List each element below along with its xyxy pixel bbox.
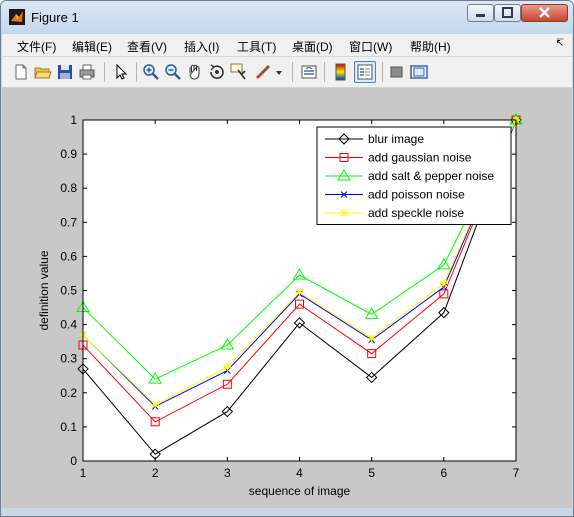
brush-icon[interactable] (254, 63, 272, 81)
minimize-icon (476, 14, 485, 17)
toolbar-separator (382, 62, 383, 82)
y-axis-label: definition value (37, 250, 51, 330)
legend: blur image add gaussian noise add salt & p… (316, 126, 512, 225)
menu-edit[interactable]: 编辑(E) (72, 38, 112, 55)
legend-label: blur image (368, 132, 424, 146)
figure-toolbar (2, 57, 572, 88)
x-tick-label: 7 (513, 466, 520, 480)
y-tick-label: 0.7 (60, 215, 77, 229)
legend-label: add speckle noise (368, 206, 464, 220)
window-title: Figure 1 (31, 10, 79, 25)
figure-canvas: 1 2 3 4 5 6 7 0 0.1 0.2 0.3 0.4 0.5 0.6 0.7 0.8 0.9 1 sequ… (2, 88, 572, 508)
toolbar-separator (324, 62, 325, 82)
data-point (223, 363, 232, 372)
maximize-button[interactable] (494, 4, 521, 22)
legend-label: add salt & pepper noise (368, 169, 494, 183)
legend-label: add gaussian noise (368, 151, 472, 165)
brush-dropdown-icon[interactable] (274, 63, 284, 81)
x-tick-label: 1 (80, 466, 87, 480)
toolbar-separator (292, 62, 293, 82)
x-axis-label: sequence of image (249, 484, 351, 498)
y-tick-label: 0 (70, 454, 77, 468)
title-bar[interactable]: Figure 1 (1, 1, 573, 33)
menu-insert[interactable]: 插入(I) (184, 38, 219, 55)
hide-plot-tools-icon[interactable] (388, 63, 406, 81)
menu-tools[interactable]: 工具(T) (237, 38, 276, 55)
y-tick-label: 1 (70, 113, 77, 127)
zoom-in-icon[interactable] (142, 63, 160, 81)
legend-icon[interactable] (354, 61, 376, 83)
y-tick-label: 0.6 (60, 249, 77, 263)
x-tick-label: 5 (368, 466, 375, 480)
new-figure-icon[interactable] (12, 63, 30, 81)
y-tick-label: 0.9 (60, 147, 77, 161)
data-point (367, 334, 376, 343)
line-chart: 1 2 3 4 5 6 7 0 0.1 0.2 0.3 0.4 0.5 0.6 0.7 0.8 0.9 1 sequ… (37, 113, 523, 498)
data-point (439, 279, 448, 288)
y-tick-label: 0.2 (60, 386, 77, 400)
open-file-icon[interactable] (34, 63, 52, 81)
data-point (340, 209, 348, 217)
close-icon (539, 7, 550, 18)
menu-desktop[interactable]: 桌面(D) (292, 38, 333, 55)
rotate-3d-icon[interactable] (208, 63, 226, 81)
figure-window: Figure 1 文件(F) 编辑(E) 查看(V) 插入(I) 工具(T) 桌… (0, 0, 574, 517)
y-tick-label: 0.8 (60, 181, 77, 195)
menu-file[interactable]: 文件(F) (17, 38, 56, 55)
y-tick-label: 0.5 (60, 284, 77, 298)
legend-label: add poisson noise (368, 188, 465, 202)
minimize-button[interactable] (467, 4, 494, 22)
menu-window[interactable]: 窗口(W) (349, 38, 392, 55)
x-tick-label: 4 (296, 466, 303, 480)
zoom-out-icon[interactable] (164, 63, 182, 81)
y-tick-label: 0.1 (60, 420, 77, 434)
menu-view[interactable]: 查看(V) (127, 38, 167, 55)
data-cursor-icon[interactable] (230, 63, 248, 81)
menu-bar: 文件(F) 编辑(E) 查看(V) 插入(I) 工具(T) 桌面(D) 窗口(W… (2, 34, 572, 56)
y-tick-label: 0.3 (60, 352, 77, 366)
show-plot-tools-icon[interactable] (410, 63, 428, 81)
x-tick-label: 3 (224, 466, 231, 480)
x-tick-label: 2 (152, 466, 159, 480)
matlab-icon (9, 9, 25, 25)
menu-dock-arrow-icon[interactable]: ↸ (556, 38, 564, 49)
y-tick-label: 0.4 (60, 318, 77, 332)
toolbar-separator (104, 62, 105, 82)
menu-help[interactable]: 帮助(H) (410, 38, 451, 55)
toolbar-separator (136, 62, 137, 82)
maximize-icon (502, 7, 513, 18)
pan-icon[interactable] (186, 63, 204, 81)
close-button[interactable] (521, 4, 568, 22)
data-point (295, 288, 304, 297)
save-icon[interactable] (56, 63, 74, 81)
pointer-icon[interactable] (112, 63, 130, 81)
data-point (151, 400, 160, 409)
colorbar-icon[interactable] (332, 63, 350, 81)
link-plot-icon[interactable] (300, 63, 318, 81)
print-icon[interactable] (78, 63, 96, 81)
x-tick-label: 6 (440, 466, 447, 480)
